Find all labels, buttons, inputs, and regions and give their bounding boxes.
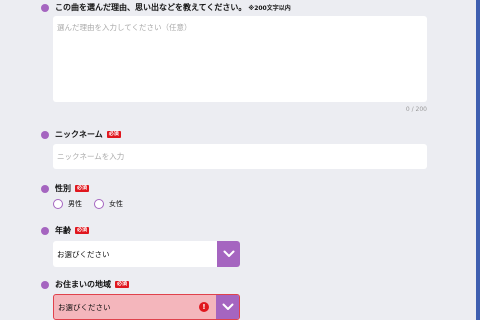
radio-label-male: 男性 bbox=[68, 200, 82, 208]
radio-circle-icon[interactable] bbox=[53, 199, 63, 209]
region-label: お住まいの地域 bbox=[55, 280, 111, 289]
required-badge: 必須 bbox=[75, 185, 90, 192]
bullet-dot bbox=[41, 226, 49, 235]
age-label: 年齢 bbox=[55, 226, 71, 235]
age-select[interactable]: お選びください bbox=[53, 241, 240, 267]
reason-note: ※200文字以内 bbox=[248, 5, 291, 12]
gender-radio-group: 男性 女性 bbox=[53, 199, 135, 209]
required-badge: 必須 bbox=[75, 227, 90, 234]
required-badge: 必須 bbox=[106, 131, 121, 138]
radio-circle-icon[interactable] bbox=[94, 199, 104, 209]
region-label-row: お住まいの地域 必須 bbox=[41, 279, 130, 290]
gender-label-row: 性別 必須 bbox=[41, 183, 90, 194]
age-select-value: お選びください bbox=[57, 249, 110, 259]
reason-label: この曲を選んだ理由、思い出などを教えてください。 bbox=[55, 3, 247, 12]
age-dropdown-button[interactable] bbox=[217, 241, 240, 267]
gender-radio-male[interactable]: 男性 bbox=[53, 199, 82, 209]
nickname-label: ニックネーム bbox=[55, 130, 103, 139]
nickname-placeholder: ニックネームを入力 bbox=[57, 152, 125, 161]
bullet-dot bbox=[41, 184, 49, 193]
gender-label: 性別 bbox=[55, 184, 71, 193]
reason-label-row: この曲を選んだ理由、思い出などを教えてください。 ※200文字以内 bbox=[41, 2, 291, 13]
reason-char-counter: 0 / 200 bbox=[405, 106, 427, 113]
chevron-down-icon bbox=[222, 303, 233, 310]
bullet-dot bbox=[41, 130, 49, 139]
reason-textarea[interactable]: 選んだ理由を入力してください（任意） bbox=[53, 16, 427, 102]
nickname-label-row: ニックネーム 必須 bbox=[41, 129, 121, 140]
radio-label-female: 女性 bbox=[109, 200, 123, 208]
bullet-dot bbox=[41, 3, 49, 12]
region-select[interactable]: お選びください ! bbox=[53, 294, 240, 320]
bullet-dot bbox=[41, 280, 49, 289]
reason-placeholder: 選んだ理由を入力してください（任意） bbox=[57, 23, 192, 32]
region-dropdown-button[interactable] bbox=[216, 295, 239, 319]
region-select-value: お選びください bbox=[58, 302, 111, 312]
gender-radio-female[interactable]: 女性 bbox=[94, 199, 123, 209]
page-edge-bar bbox=[476, 0, 480, 320]
required-badge: 必須 bbox=[115, 281, 130, 288]
nickname-input[interactable]: ニックネームを入力 bbox=[53, 144, 427, 169]
age-label-row: 年齢 必須 bbox=[41, 225, 90, 236]
chevron-down-icon bbox=[223, 250, 234, 257]
error-icon: ! bbox=[199, 302, 209, 312]
